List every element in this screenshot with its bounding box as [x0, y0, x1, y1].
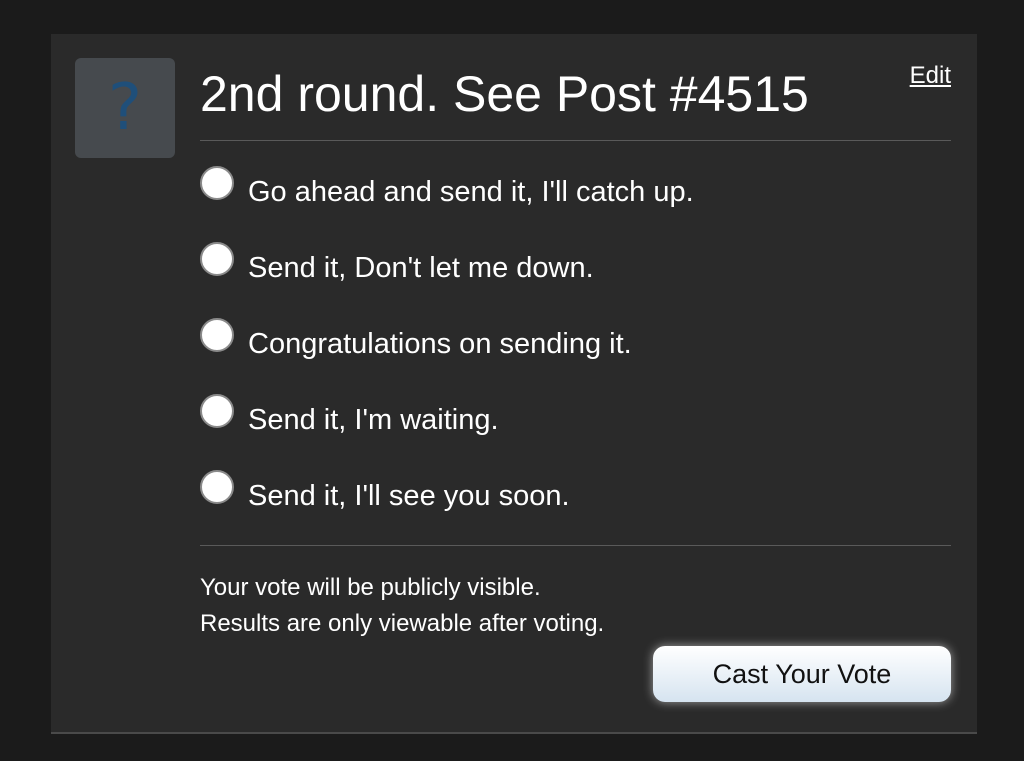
poll-title: 2nd round. See Post #4515 [200, 66, 809, 122]
radio-button[interactable] [200, 318, 234, 352]
radio-button[interactable] [200, 470, 234, 504]
cast-vote-button[interactable]: Cast Your Vote [653, 646, 951, 702]
visibility-note: Your vote will be publicly visible. [200, 574, 541, 601]
divider [200, 545, 951, 546]
radio-button[interactable] [200, 166, 234, 200]
results-note: Results are only viewable after voting. [200, 610, 605, 637]
poll-option-label: Send it, Don't let me down. [248, 252, 594, 284]
poll-option-label: Send it, I'm waiting. [248, 404, 499, 436]
question-mark-icon: ? [108, 71, 142, 145]
radio-button[interactable] [200, 394, 234, 428]
radio-button[interactable] [200, 242, 234, 276]
edit-link[interactable]: Edit [910, 62, 951, 90]
poll-option-label: Send it, I'll see you soon. [248, 480, 570, 512]
poll-option-label: Congratulations on sending it. [248, 328, 632, 360]
poll-option-label: Go ahead and send it, I'll catch up. [248, 176, 694, 208]
poll-notes: Your vote will be publicly visible. Resu… [200, 570, 604, 642]
poll-card: ? 2nd round. See Post #4515 Edit Go ahea… [51, 34, 977, 734]
divider [200, 140, 951, 141]
avatar[interactable]: ? [75, 58, 175, 158]
